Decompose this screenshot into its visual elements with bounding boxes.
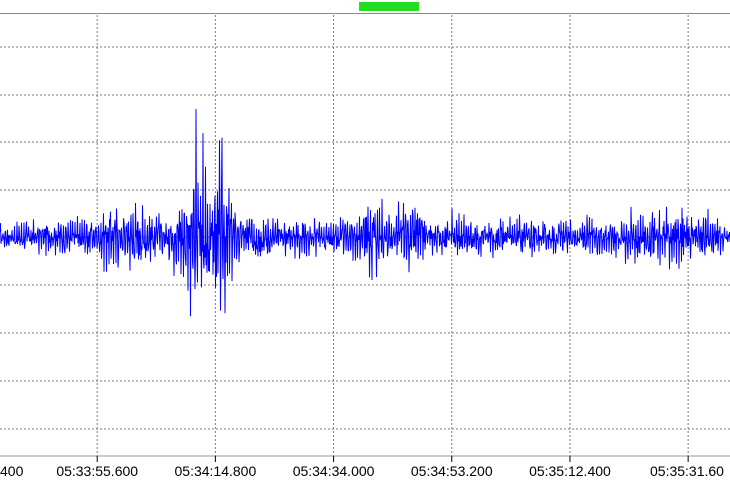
x-axis-labels: 400 05:33:55.600 05:34:14.800 05:34:34.0… bbox=[0, 463, 724, 479]
x-tick-label: 05:33:55.600 bbox=[56, 463, 138, 479]
x-axis-ticks bbox=[96, 456, 689, 462]
x-tick-label: 05:34:14.800 bbox=[175, 463, 257, 479]
x-tick-label: 05:34:34.000 bbox=[293, 463, 375, 479]
x-tick-label: 05:35:12.400 bbox=[529, 463, 611, 479]
x-tick-label: 400 bbox=[0, 463, 24, 479]
waveform-chart[interactable]: 400 05:33:55.600 05:34:14.800 05:34:34.0… bbox=[0, 0, 730, 486]
x-tick-label: 05:34:53.200 bbox=[411, 463, 493, 479]
x-tick-label: 05:35:31.60 bbox=[650, 463, 724, 479]
